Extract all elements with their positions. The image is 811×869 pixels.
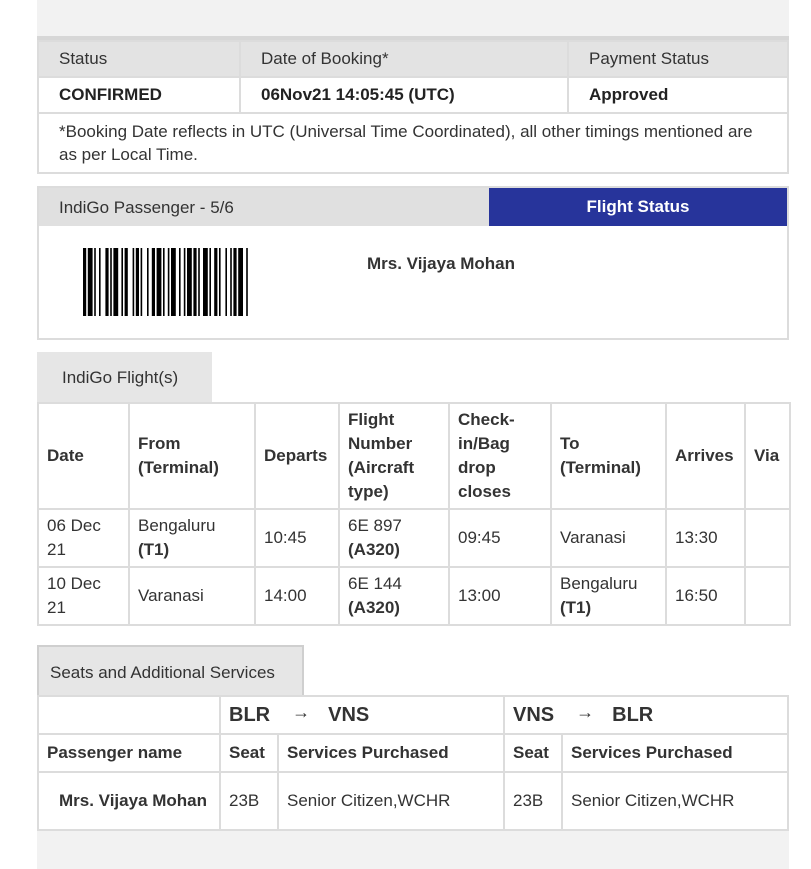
col-services: Services Purchased <box>276 733 506 773</box>
flight-date: 06 Dec 21 <box>37 508 130 568</box>
arrow-right-icon: → <box>576 701 595 722</box>
flight-departs: 14:00 <box>254 566 340 626</box>
tab-indigo-flights: IndiGo Flight(s) <box>37 352 212 402</box>
col-departs: Departs <box>254 402 340 510</box>
col-to: To (Terminal) <box>550 402 667 510</box>
segment-destination: VNS <box>328 703 370 726</box>
segment-destination: BLR <box>612 703 654 726</box>
flight-via <box>744 566 791 626</box>
from-city: Bengaluru <box>138 516 216 535</box>
flight-checkin: 13:00 <box>448 566 552 626</box>
booking-date-note: *Booking Date reflects in UTC (Universal… <box>37 112 789 174</box>
seat-passenger-name: Mrs. Vijaya Mohan <box>37 771 221 831</box>
to-terminal: (T1) <box>560 598 592 617</box>
top-banner <box>37 0 789 36</box>
tab-seats-services: Seats and Additional Services <box>37 645 304 695</box>
status-header: Status <box>37 40 241 78</box>
flight-row: 10 Dec 21 Varanasi 14:00 6E 144 (A320) 13… <box>37 566 791 626</box>
col-from: From (Terminal) <box>128 402 256 510</box>
flight-status-button[interactable]: Flight Status <box>489 188 787 226</box>
flight-date: 10 Dec 21 <box>37 566 130 626</box>
flight-code: 6E 897 <box>348 516 402 535</box>
booking-date-header: Date of Booking* <box>239 40 569 78</box>
services-purchased: Senior Citizen,WCHR <box>561 771 789 831</box>
col-checkin-closes: Check-in/Bag drop closes <box>448 402 552 510</box>
seat-row: Mrs. Vijaya Mohan 23B Senior Citizen,WCH… <box>37 771 789 831</box>
flight-number: 6E 144 (A320) <box>338 566 450 626</box>
segment-route: BLR → VNS <box>218 695 506 735</box>
seat-number: 23B <box>219 771 279 831</box>
passenger-card-header: IndiGo Passenger - 5/6 Flight Status <box>39 188 787 226</box>
segment-origin: VNS <box>513 703 555 726</box>
aircraft-type: (A320) <box>348 598 400 617</box>
flights-table: Date From (Terminal) Departs Flight Numb… <box>37 402 791 626</box>
arrow-right-icon: → <box>292 701 311 722</box>
flight-via <box>744 508 791 568</box>
from-terminal: (T1) <box>138 540 170 559</box>
col-services: Services Purchased <box>561 733 789 773</box>
col-via: Via <box>744 402 791 510</box>
payment-status-value: Approved <box>567 76 789 114</box>
booking-date-value: 06Nov21 14:05:45 (UTC) <box>239 76 569 114</box>
aircraft-type: (A320) <box>348 540 400 559</box>
flight-departs: 10:45 <box>254 508 340 568</box>
boarding-barcode <box>83 248 248 316</box>
segment-route: VNS → BLR <box>503 695 789 735</box>
payment-status-header: Payment Status <box>567 40 789 78</box>
seat-number: 23B <box>503 771 564 831</box>
flight-from: Varanasi <box>128 566 256 626</box>
segment-origin: BLR <box>229 703 271 726</box>
flight-checkin: 09:45 <box>448 508 552 568</box>
passenger-title: IndiGo Passenger - 5/6 <box>59 198 234 217</box>
flight-to: Varanasi <box>550 508 667 568</box>
booking-status-table: Status Date of Booking* Payment Status C… <box>37 36 789 174</box>
seats-table: BLR → VNS VNS → BLR Passenger name Seat Serv… <box>37 695 789 831</box>
passenger-card: IndiGo Passenger - 5/6 Flight Status Mrs… <box>37 186 789 340</box>
flight-arrives: 16:50 <box>665 566 746 626</box>
flight-row: 06 Dec 21 Bengaluru (T1) 10:45 6E 897 (A32… <box>37 508 791 568</box>
col-seat: Seat <box>503 733 564 773</box>
col-passenger-name: Passenger name <box>37 733 221 773</box>
col-date: Date <box>37 402 130 510</box>
col-flight-number: Flight Number (Aircraft type) <box>338 402 450 510</box>
col-arrives: Arrives <box>665 402 746 510</box>
booking-status-value: CONFIRMED <box>37 76 241 114</box>
route-spacer <box>37 695 221 735</box>
flight-to: Bengaluru (T1) <box>550 566 667 626</box>
bottom-banner <box>37 831 789 869</box>
flight-code: 6E 144 <box>348 574 402 593</box>
col-seat: Seat <box>219 733 279 773</box>
flight-from: Bengaluru (T1) <box>128 508 256 568</box>
flight-number: 6E 897 (A320) <box>338 508 450 568</box>
to-city: Bengaluru <box>560 574 638 593</box>
flight-arrives: 13:30 <box>665 508 746 568</box>
services-purchased: Senior Citizen,WCHR <box>276 771 506 831</box>
passenger-name: Mrs. Vijaya Mohan <box>367 254 516 273</box>
